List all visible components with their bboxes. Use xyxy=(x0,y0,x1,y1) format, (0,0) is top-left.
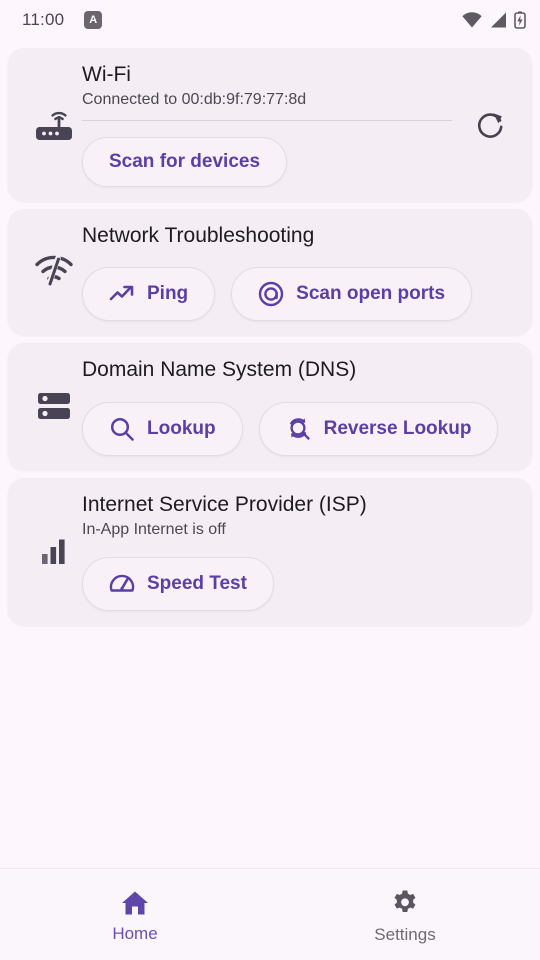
card-network-actions: Ping Scan open ports xyxy=(82,267,522,322)
search-icon xyxy=(109,416,135,442)
lookup-label: Lookup xyxy=(147,417,216,439)
home-icon xyxy=(121,890,149,916)
bottom-navigation-bar: Home Settings xyxy=(0,868,540,960)
nav-item-home[interactable]: Home xyxy=(0,886,270,944)
nav-item-home-label: Home xyxy=(112,923,158,943)
nav-item-settings[interactable]: Settings xyxy=(270,885,540,945)
speed-test-button[interactable]: Speed Test xyxy=(82,556,274,611)
reverse-search-icon xyxy=(286,416,312,442)
wifi-icon xyxy=(462,12,482,28)
card-title: Domain Name System (DNS) xyxy=(82,358,357,382)
card-wifi-body: Wi-Fi Connected to 00:db:9f:79:77:8d Sca… xyxy=(82,62,460,188)
card-dns[interactable]: Domain Name System (DNS) Lookup Reverse … xyxy=(8,343,532,470)
scan-for-devices-button[interactable]: Scan for devices xyxy=(82,137,288,188)
dns-server-icon xyxy=(26,389,82,423)
scan-for-devices-label: Scan for devices xyxy=(109,151,261,173)
card-isp-actions: Speed Test xyxy=(82,556,522,611)
card-subtitle: Connected to 00:db:9f:79:77:8d xyxy=(82,91,307,109)
speed-test-label: Speed Test xyxy=(147,572,247,594)
main-content: Wi-Fi Connected to 00:db:9f:79:77:8d Sca… xyxy=(0,40,540,868)
status-time: 11:00 xyxy=(22,10,65,29)
card-network-troubleshooting[interactable]: Network Troubleshooting Ping Scan open p… xyxy=(8,209,532,336)
card-isp-body: Internet Service Provider (ISP) In-App I… xyxy=(82,492,522,611)
router-icon xyxy=(26,106,82,144)
card-wifi-actions: Scan for devices xyxy=(82,137,460,188)
card-title: Network Troubleshooting xyxy=(82,224,315,248)
divider xyxy=(82,120,452,122)
scan-open-ports-button[interactable]: Scan open ports xyxy=(231,267,473,322)
reverse-lookup-button[interactable]: Reverse Lookup xyxy=(258,401,499,456)
card-isp[interactable]: Internet Service Provider (ISP) In-App I… xyxy=(8,477,532,625)
battery-charging-icon xyxy=(514,11,526,29)
card-wifi[interactable]: Wi-Fi Connected to 00:db:9f:79:77:8d Sca… xyxy=(8,48,532,202)
accessibility-badge-icon: A xyxy=(84,11,103,29)
scan-open-ports-label: Scan open ports xyxy=(296,283,446,305)
card-dns-body: Domain Name System (DNS) Lookup Reverse … xyxy=(82,357,522,456)
network-check-icon xyxy=(26,255,82,289)
card-title: Wi-Fi xyxy=(82,63,131,86)
card-title: Internet Service Provider (ISP) xyxy=(82,492,367,516)
gear-icon xyxy=(391,889,419,917)
cellular-signal-icon xyxy=(489,12,507,28)
reverse-lookup-label: Reverse Lookup xyxy=(323,417,472,439)
ping-label: Ping xyxy=(147,283,189,305)
status-bar: 11:00 A xyxy=(0,0,540,40)
ping-button[interactable]: Ping xyxy=(82,267,216,322)
speedometer-icon xyxy=(109,571,135,597)
target-icon xyxy=(258,281,284,307)
lookup-button[interactable]: Lookup xyxy=(82,401,243,456)
trending-up-icon xyxy=(109,284,135,304)
nav-item-settings-label: Settings xyxy=(374,924,436,944)
refresh-icon[interactable] xyxy=(460,110,522,140)
card-network-body: Network Troubleshooting Ping Scan open p… xyxy=(82,223,522,322)
signal-bars-icon xyxy=(26,536,82,566)
status-icon-group xyxy=(462,11,526,29)
card-subtitle: In-App Internet is off xyxy=(82,520,226,538)
card-dns-actions: Lookup Reverse Lookup xyxy=(82,401,522,456)
